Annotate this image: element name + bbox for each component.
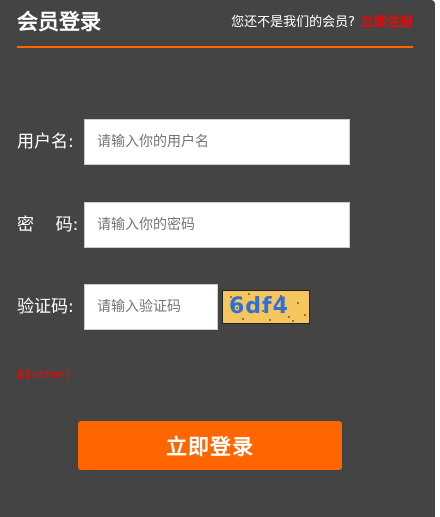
- login-panel: 会员登录 您还不是我们的会员?立即注册 用户名: 密 码: 验证码: 6df4 …: [0, 0, 435, 517]
- register-question: 您还不是我们的会员?: [231, 15, 355, 30]
- captcha-image[interactable]: 6df4: [222, 290, 310, 324]
- register-prompt: 您还不是我们的会员? 立即注册: [231, 14, 413, 32]
- error-message: ${error}: [17, 367, 72, 381]
- password-label: 密 码:: [17, 215, 79, 235]
- username-input[interactable]: [84, 119, 350, 165]
- captcha-code: 6df4: [229, 294, 289, 319]
- login-header: 会员登录 您还不是我们的会员? 立即注册: [17, 0, 413, 48]
- password-input[interactable]: [84, 202, 350, 248]
- captcha-label: 验证码:: [17, 297, 74, 317]
- page-title: 会员登录: [17, 10, 101, 34]
- captcha-input[interactable]: [84, 284, 218, 330]
- login-button[interactable]: 立即登录: [78, 421, 342, 470]
- register-link[interactable]: 立即注册: [361, 15, 413, 30]
- username-label: 用户名:: [17, 132, 74, 152]
